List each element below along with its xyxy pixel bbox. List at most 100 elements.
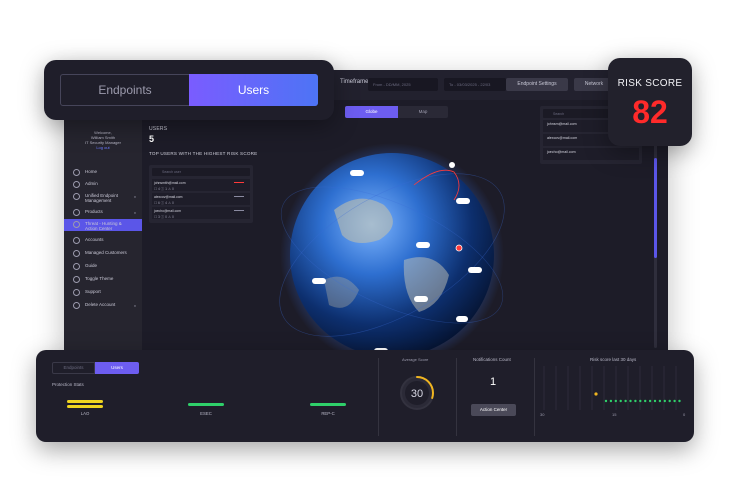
- trend-tick: 30: [540, 412, 545, 417]
- sidebar-item[interactable]: Products v: [64, 207, 142, 219]
- trend-tick: 0: [683, 412, 686, 417]
- scrollbar[interactable]: [654, 128, 657, 348]
- theme-icon: [73, 276, 80, 283]
- sidebar-item-label: Unified Endpoint Management: [85, 193, 119, 203]
- location-badge[interactable]: [456, 198, 470, 204]
- sidebar-item-label: Threat - Hunting & Action Center: [85, 221, 122, 231]
- location-badge[interactable]: [456, 316, 468, 322]
- welcome-block: Welcome, William Smith IT Security Manag…: [64, 130, 142, 150]
- sidebar-item[interactable]: Support: [64, 287, 142, 299]
- protection-stats-label: Protection Stats: [52, 382, 84, 387]
- globe-icon: [73, 221, 80, 228]
- sidebar-item[interactable]: Admin: [64, 179, 142, 191]
- table-row[interactable]: johnsmith@mail.com ☐ 4 ⓘ 1 ⚠ 0: [152, 179, 250, 191]
- sidebar-item-label: Guide: [85, 263, 98, 268]
- guide-icon: [73, 263, 80, 270]
- sidebar-item[interactable]: Accounts: [64, 235, 142, 247]
- tab-users[interactable]: Users: [189, 74, 318, 106]
- trend-point: [609, 399, 613, 403]
- risk-bar: [234, 182, 244, 183]
- to-date-input[interactable]: To - 03/03/2025 - 22/03: [444, 78, 506, 91]
- location-badge[interactable]: [312, 278, 326, 284]
- trend-point: [604, 399, 608, 403]
- tab-globe[interactable]: Globe: [345, 106, 398, 118]
- sidebar-item-label: Products: [85, 209, 103, 214]
- trend-point: [673, 399, 676, 403]
- logout-link[interactable]: Log out: [64, 145, 142, 150]
- row-email: alexcov@mail.com: [547, 136, 578, 140]
- gauge-value: 30: [411, 388, 423, 400]
- protection-bar-rep-c: [310, 403, 346, 406]
- sidebar-item-label: Delete Account: [85, 302, 116, 307]
- sidebar-item[interactable]: Threat - Hunting & Action Center: [64, 219, 142, 231]
- view-toggle-card: Endpoints Users: [44, 60, 334, 120]
- bottom-tab-users[interactable]: Users: [95, 362, 139, 374]
- trend-point: [648, 399, 652, 403]
- table-row[interactable]: alexcov@mail.com ☐ 6 ⓘ 4 ⚠ 0: [152, 193, 250, 205]
- location-badge[interactable]: [468, 267, 482, 273]
- users-section-label: USERS: [149, 126, 168, 132]
- top-users-list: Search user johnsmith@mail.com ☐ 4 ⓘ 1 ⚠…: [149, 165, 253, 223]
- sidebar-item[interactable]: Guide: [64, 261, 142, 273]
- protection-name: ESEC: [200, 411, 212, 416]
- users-count: 5: [149, 134, 155, 144]
- sidebar-item[interactable]: Home: [64, 167, 142, 179]
- segment-toggle: Endpoints Users: [60, 74, 318, 106]
- location-badge[interactable]: [414, 296, 428, 302]
- scroll-thumb[interactable]: [654, 158, 657, 258]
- from-date-input[interactable]: From - DD/MM, 2025: [368, 78, 438, 91]
- sidebar-item[interactable]: Managed Customers: [64, 248, 142, 260]
- admin-icon: [73, 181, 80, 188]
- trend-point: [663, 399, 666, 403]
- divider: [378, 358, 379, 436]
- user-email: alexcov@mail.com: [154, 194, 183, 199]
- protection-bar-lao: [67, 405, 103, 408]
- trend-point: [614, 399, 617, 403]
- location-badge[interactable]: [416, 242, 430, 248]
- risk-bar: [234, 210, 244, 211]
- trend-point: [619, 399, 622, 403]
- globe-visual[interactable]: [264, 130, 524, 360]
- stage: Timeframe From - DD/MM, 2025 To - 03/03/…: [0, 0, 730, 500]
- table-row[interactable]: joecho@mail.com ☐ 3 ⓘ 0 ⚠ 0: [152, 207, 250, 219]
- risk-score-value: 82: [632, 94, 668, 130]
- chevron-down-icon: v: [134, 303, 136, 308]
- trend-point: [668, 399, 671, 403]
- pin-marker[interactable]: [449, 162, 455, 168]
- risk-bar: [234, 196, 244, 197]
- protection-bar-esec: [188, 403, 224, 406]
- endpoint-icon: [73, 193, 80, 200]
- row-email: joecho@mail.com: [547, 150, 576, 154]
- trend-point: [653, 399, 657, 403]
- risk-score-label: RISK SCORE: [617, 78, 683, 89]
- user-search-input[interactable]: Search user: [152, 168, 250, 176]
- sidebar-item[interactable]: Delete Account v: [64, 300, 142, 312]
- user-meta: ☐ 3 ⓘ 0 ⚠ 0: [154, 215, 174, 219]
- timeframe-label: Timeframe: [340, 79, 369, 85]
- protection-name: REP-C: [321, 411, 335, 416]
- sidebar-item[interactable]: Toggle Theme: [64, 274, 142, 286]
- trend-point: [644, 399, 647, 403]
- sidebar-item-label: Toggle Theme: [85, 276, 114, 281]
- protection-bar-lao: [67, 400, 103, 403]
- endpoint-settings-button[interactable]: Endpoint Settings: [506, 78, 568, 91]
- notifications-label: Notifications Count: [473, 357, 511, 362]
- sidebar-item-label: Accounts: [85, 237, 104, 242]
- sidebar-item[interactable]: Unified Endpoint Management v: [64, 191, 142, 203]
- tab-map[interactable]: Map: [398, 106, 448, 118]
- sidebar-item-label: Managed Customers: [85, 250, 127, 255]
- support-icon: [73, 289, 80, 296]
- action-center-button[interactable]: Action Center: [471, 404, 516, 416]
- list-item[interactable]: joecho@mail.com: [543, 148, 639, 160]
- tab-endpoints[interactable]: Endpoints: [61, 75, 189, 105]
- customers-icon: [73, 250, 80, 257]
- user-email: joecho@mail.com: [154, 208, 181, 213]
- delete-icon: [73, 302, 80, 309]
- threat-marker[interactable]: [455, 244, 463, 252]
- location-badge[interactable]: [350, 170, 364, 176]
- trend-point: [629, 399, 632, 403]
- risk-score-card: RISK SCORE 82: [608, 58, 692, 146]
- bottom-tab-endpoints[interactable]: Endpoints: [52, 362, 95, 374]
- trend-point: [678, 399, 681, 403]
- divider: [456, 358, 457, 436]
